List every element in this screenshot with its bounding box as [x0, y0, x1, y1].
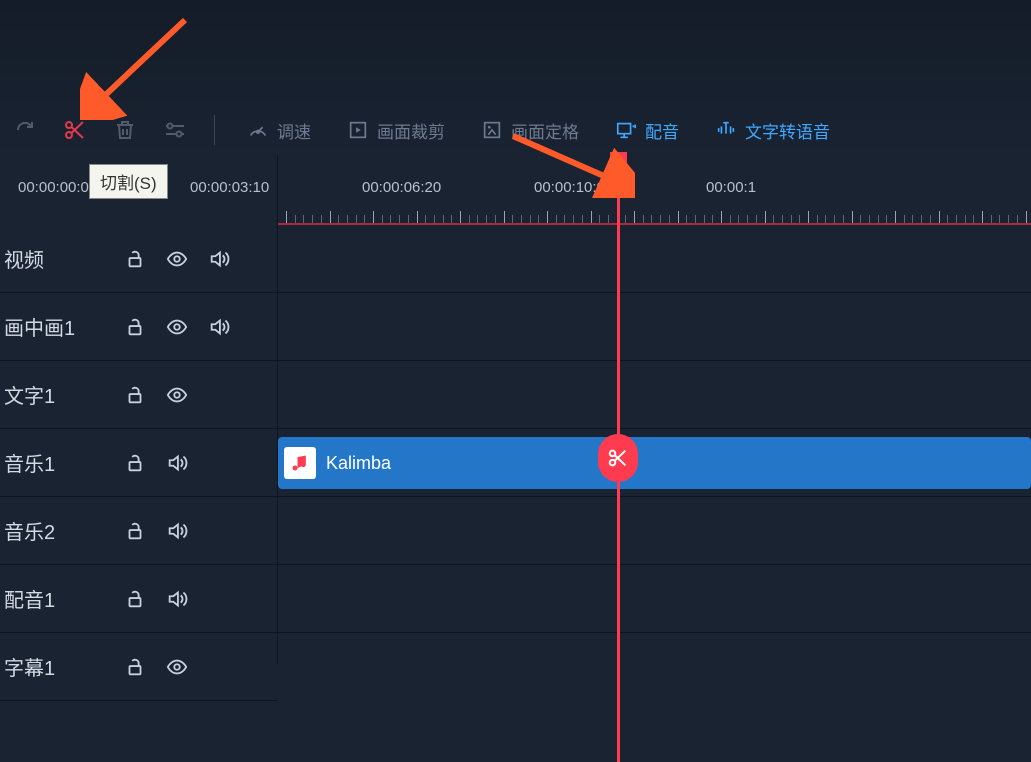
lock-icon[interactable]: [114, 646, 156, 688]
cut-button[interactable]: [50, 107, 100, 153]
track-label-row: 画中画1: [0, 293, 277, 361]
tts-button[interactable]: 文字转语音: [697, 107, 848, 153]
eye-icon[interactable]: [156, 374, 198, 416]
eye-icon[interactable]: [156, 306, 198, 348]
audio-clip[interactable]: Kalimba: [278, 437, 1031, 489]
tts-label: 文字转语音: [745, 118, 830, 143]
lock-icon[interactable]: [114, 578, 156, 620]
freeze-label: 画面定格: [511, 118, 579, 143]
track-name: 视频: [4, 244, 114, 273]
timeline-body: 00:00:00:0000:00:03:1000:00:06:2000:00:1…: [0, 155, 1031, 664]
timeline-ruler[interactable]: [278, 155, 1031, 225]
track-name: 文字1: [4, 380, 114, 409]
music-note-icon: [284, 447, 316, 479]
sound-icon[interactable]: [198, 238, 240, 280]
timeline-track-row[interactable]: [278, 633, 1031, 664]
crop-button[interactable]: 画面裁剪: [329, 107, 463, 153]
track-name: 画中画1: [4, 312, 114, 341]
track-label-row: 字幕1: [0, 633, 277, 701]
ruler-ticks: [278, 211, 1031, 223]
sound-icon[interactable]: [156, 442, 198, 484]
timeline-track-row[interactable]: [278, 565, 1031, 633]
eye-icon[interactable]: [156, 646, 198, 688]
lock-icon[interactable]: [114, 306, 156, 348]
cut-marker[interactable]: [598, 434, 638, 482]
voiceover-button[interactable]: 配音: [597, 107, 697, 153]
sound-icon[interactable]: [156, 510, 198, 552]
timeline-track-row[interactable]: Kalimba: [278, 429, 1031, 497]
lock-icon[interactable]: [114, 442, 156, 484]
track-labels-panel: 00:00:00:0000:00:03:1000:00:06:2000:00:1…: [0, 155, 278, 664]
toolbar-divider: [214, 115, 215, 145]
track-name: 配音1: [4, 584, 114, 613]
clip-title: Kalimba: [326, 453, 391, 474]
cut-tooltip: 切割(S): [89, 164, 168, 199]
timeline-track-row[interactable]: [278, 225, 1031, 293]
crop-label: 画面裁剪: [377, 118, 445, 143]
settings-sliders-button[interactable]: [150, 107, 200, 153]
track-label-row: 音乐2: [0, 497, 277, 565]
timeline-track-row[interactable]: [278, 293, 1031, 361]
track-name: 字幕1: [4, 652, 114, 681]
toolbar: 调速 画面裁剪 画面定格 配音 文字转语音: [0, 0, 1031, 155]
freeze-frame-button[interactable]: 画面定格: [463, 107, 597, 153]
lock-icon[interactable]: [114, 374, 156, 416]
speed-button[interactable]: 调速: [229, 107, 329, 153]
track-label-row: 视频: [0, 225, 277, 293]
track-name: 音乐1: [4, 448, 114, 477]
eye-icon[interactable]: [156, 238, 198, 280]
track-name: 音乐2: [4, 516, 114, 545]
sound-icon[interactable]: [198, 306, 240, 348]
lock-icon[interactable]: [114, 238, 156, 280]
voiceover-label: 配音: [645, 118, 679, 143]
timeline-track-row[interactable]: [278, 497, 1031, 565]
ruler-tick-label: 00:00:00:00: [18, 179, 97, 196]
track-label-row: 音乐1: [0, 429, 277, 497]
sound-icon[interactable]: [156, 578, 198, 620]
lock-icon[interactable]: [114, 510, 156, 552]
redo-button[interactable]: [0, 107, 50, 153]
delete-button[interactable]: [100, 107, 150, 153]
track-label-row: 文字1: [0, 361, 277, 429]
timeline-area[interactable]: Kalimba: [278, 155, 1031, 664]
timeline-track-row[interactable]: [278, 361, 1031, 429]
track-label-row: 配音1: [0, 565, 277, 633]
ruler-tick-label: 00:00:03:10: [190, 179, 269, 196]
speed-label: 调速: [277, 118, 311, 143]
